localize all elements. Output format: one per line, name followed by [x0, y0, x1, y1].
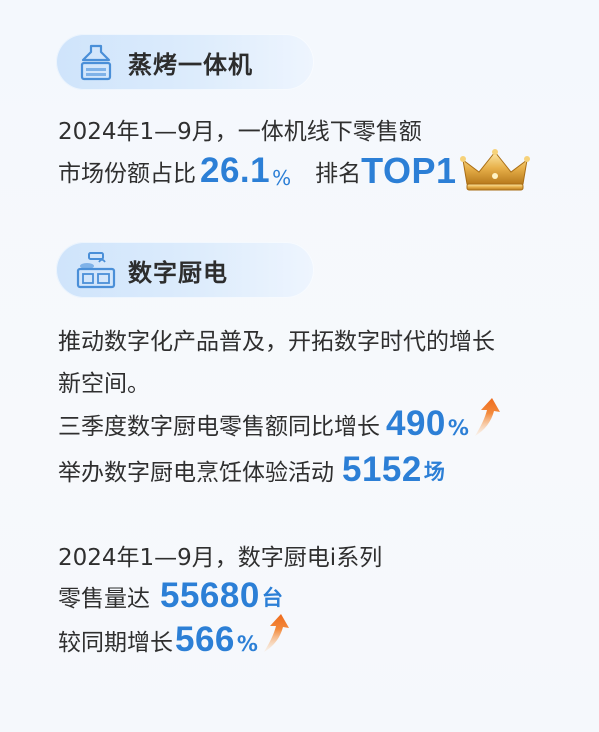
section-header-digital-kitchen: 数字厨电 [56, 242, 314, 298]
share-value: 26.1 [200, 151, 271, 190]
share-line: 市场份额占比 26.1 % 排名 TOP1 [58, 148, 531, 194]
yoy-line: 较同期增长 566 % [58, 614, 290, 660]
crown-icon [459, 148, 531, 194]
section-header-steam-oven: 蒸烤一体机 [56, 34, 314, 90]
sales-label: 零售量达 [58, 586, 150, 612]
up-arrow-icon [471, 396, 501, 438]
up-arrow-icon [260, 612, 290, 654]
growth-unit: % [447, 416, 469, 440]
sales-line: 零售量达 55680 台 [58, 576, 283, 616]
desc-line-2: 新空间。 [58, 364, 150, 398]
events-line: 举办数字厨电烹饪体验活动 5152 场 [58, 450, 445, 490]
section-title: 数字厨电 [128, 258, 228, 287]
range-hood-oven-icon [74, 40, 118, 84]
yoy-label: 较同期增长 [58, 630, 173, 656]
desc-text: 推动数字化产品普及，开拓数字时代的增长 [58, 329, 495, 355]
stat-text: 2024年1—9月，一体机线下零售额 [58, 119, 422, 145]
events-label: 举办数字厨电烹饪体验活动 [58, 460, 334, 486]
sales-unit: 台 [261, 586, 283, 610]
series-text: 2024年1—9月，数字厨电i系列 [58, 545, 383, 571]
growth-line: 三季度数字厨电零售额同比增长 490 % [58, 398, 501, 444]
desc-text: 新空间。 [58, 371, 150, 397]
rank-value: TOP1 [361, 150, 457, 191]
events-value: 5152 [342, 450, 422, 489]
events-unit: 场 [423, 460, 445, 484]
share-label: 市场份额占比 [58, 161, 196, 187]
kitchen-stove-icon [74, 248, 118, 292]
stat-line: 2024年1—9月，一体机线下零售额 [58, 112, 422, 146]
series-line: 2024年1—9月，数字厨电i系列 [58, 538, 382, 572]
desc-line-1: 推动数字化产品普及，开拓数字时代的增长 [58, 322, 495, 356]
yoy-value: 566 [175, 620, 235, 659]
rank-label: 排名 [315, 161, 362, 187]
section-title: 蒸烤一体机 [128, 50, 253, 79]
sales-value: 55680 [160, 576, 260, 615]
share-unit: % [272, 166, 292, 190]
growth-value: 490 [386, 404, 446, 443]
growth-label: 三季度数字厨电零售额同比增长 [58, 414, 380, 440]
yoy-unit: % [236, 632, 258, 656]
